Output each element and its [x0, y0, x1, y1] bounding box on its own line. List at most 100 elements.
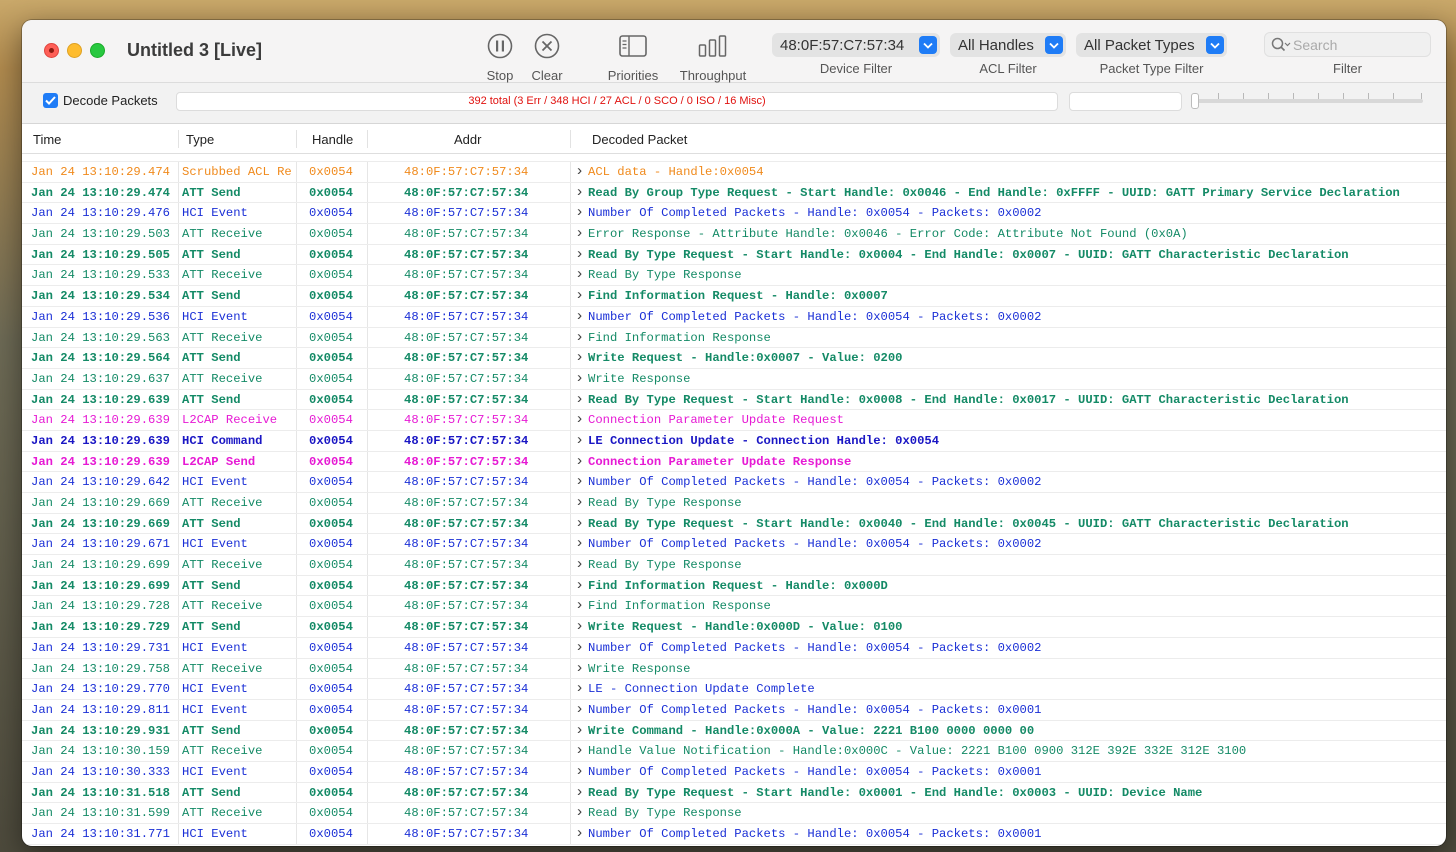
cell-type: ATT Receive: [182, 371, 263, 386]
disclosure-chevron-icon[interactable]: ›: [575, 287, 584, 304]
table-row[interactable]: Jan 24 13:10:30.333 HCI Event 0x0054 48:0F:…: [22, 761, 1446, 783]
disclosure-chevron-icon[interactable]: ›: [575, 577, 584, 594]
disclosure-chevron-icon[interactable]: ›: [575, 660, 584, 677]
throughput-button[interactable]: Throughput: [676, 32, 750, 83]
table-row[interactable]: Jan 24 13:10:29.474 ATT Send 0x0054 48:0F:5…: [22, 182, 1446, 204]
disclosure-chevron-icon[interactable]: ›: [575, 535, 584, 552]
table-row[interactable]: Jan 24 13:10:29.505 ATT Send 0x0054 48:0F:5…: [22, 244, 1446, 266]
disclosure-chevron-icon[interactable]: ›: [575, 763, 584, 780]
cell-decoded: Number Of Completed Packets - Handle: 0x…: [588, 206, 1042, 221]
priorities-button[interactable]: Priorities: [602, 32, 664, 83]
disclosure-chevron-icon[interactable]: ›: [575, 597, 584, 614]
filter-field[interactable]: [1069, 92, 1182, 111]
cell-time: Jan 24 13:10:29.533: [31, 268, 170, 283]
disclosure-chevron-icon[interactable]: ›: [575, 515, 584, 532]
table-row[interactable]: Jan 24 13:10:29.503 ATT Receive 0x0054 48:0…: [22, 224, 1446, 245]
table-row[interactable]: Jan 24 13:10:29.770 HCI Event 0x0054 48:0F:…: [22, 679, 1446, 700]
column-addr[interactable]: Addr: [454, 132, 481, 147]
cell-handle: 0x0054: [309, 496, 353, 510]
table-row[interactable]: Jan 24 13:10:29.533 ATT Receive 0x0054 48:0…: [22, 265, 1446, 287]
disclosure-chevron-icon[interactable]: ›: [575, 722, 584, 739]
column-handle[interactable]: Handle: [312, 132, 353, 147]
table-row[interactable]: Jan 24 13:10:29.671 HCI Event 0x0054 48:0F:…: [22, 534, 1446, 556]
disclosure-chevron-icon[interactable]: ›: [575, 266, 584, 283]
disclosure-chevron-icon[interactable]: ›: [575, 432, 584, 449]
cell-addr: 48:0F:57:C7:57:34: [404, 392, 529, 407]
cell-type: HCI Event: [182, 537, 248, 552]
disclosure-chevron-icon[interactable]: ›: [575, 701, 584, 718]
column-time[interactable]: Time: [33, 132, 61, 147]
disclosure-chevron-icon[interactable]: ›: [575, 370, 584, 387]
table-row[interactable]: Jan 24 13:10:29.564 ATT Send 0x0054 48:0F:5…: [22, 348, 1446, 369]
table-row[interactable]: Jan 24 13:10:29.476 HCI Event 0x0054 48:0F:…: [22, 203, 1446, 225]
table-row[interactable]: Jan 24 13:10:29.669 ATT Receive 0x0054 48:0…: [22, 493, 1446, 514]
close-button[interactable]: [44, 43, 59, 58]
table-row[interactable]: Jan 24 13:10:29.669 ATT Send 0x0054 48:0F:5…: [22, 513, 1446, 535]
disclosure-chevron-icon[interactable]: ›: [575, 494, 584, 511]
zoom-slider[interactable]: [1191, 93, 1423, 109]
disclosure-chevron-icon[interactable]: ›: [575, 784, 584, 801]
cell-type: HCI Event: [182, 702, 248, 717]
device-filter-popup[interactable]: 48:0F:57:C7:57:34: [772, 33, 940, 57]
disclosure-chevron-icon[interactable]: ›: [575, 804, 584, 821]
table-row[interactable]: Jan 24 13:10:29.728 ATT Receive 0x0054 48:0…: [22, 596, 1446, 618]
table-row[interactable]: Jan 24 13:10:29.642 HCI Event 0x0054 48:0F:…: [22, 472, 1446, 493]
table-row[interactable]: Jan 24 13:10:29.699 ATT Receive 0x0054 48:0…: [22, 555, 1446, 576]
stop-button[interactable]: Stop: [480, 32, 520, 83]
acl-filter-popup[interactable]: All Handles: [950, 33, 1066, 57]
disclosure-chevron-icon[interactable]: ›: [575, 639, 584, 656]
disclosure-chevron-icon[interactable]: ›: [575, 329, 584, 346]
packet-type-filter-popup[interactable]: All Packet Types: [1076, 33, 1227, 57]
decode-packets-label[interactable]: Decode Packets: [63, 93, 158, 108]
disclosure-chevron-icon[interactable]: ›: [575, 411, 584, 428]
table-row[interactable]: Jan 24 13:10:29.699 ATT Send 0x0054 48:0F:5…: [22, 575, 1446, 597]
table-row[interactable]: Jan 24 13:10:30.159 ATT Receive 0x0054 48:0…: [22, 741, 1446, 762]
table-row[interactable]: Jan 24 13:10:31.771 HCI Event 0x0054 48:0F:…: [22, 824, 1446, 845]
disclosure-chevron-icon[interactable]: ›: [575, 473, 584, 490]
disclosure-chevron-icon[interactable]: ›: [575, 556, 584, 573]
disclosure-chevron-icon[interactable]: ›: [575, 680, 584, 697]
table-row[interactable]: Jan 24 13:10:29.639 ATT Send 0x0054 48:0F:5…: [22, 389, 1446, 411]
disclosure-chevron-icon[interactable]: ›: [575, 204, 584, 221]
table-row[interactable]: Jan 24 13:10:29.731 HCI Event 0x0054 48:0F:…: [22, 637, 1446, 659]
table-row[interactable]: Jan 24 13:10:29.811 HCI Event 0x0054 48:0F:…: [22, 699, 1446, 721]
table-row[interactable]: Jan 24 13:10:31.518 ATT Send 0x0054 48:0F:5…: [22, 782, 1446, 804]
table-row[interactable]: Jan 24 13:10:29.639 L2CAP Send 0x0054 48:0F…: [22, 451, 1446, 473]
cell-addr: 48:0F:57:C7:57:34: [404, 640, 529, 655]
disclosure-chevron-icon[interactable]: ›: [575, 349, 584, 366]
table-row[interactable]: Jan 24 13:10:29.758 ATT Receive 0x0054 48:0…: [22, 658, 1446, 680]
column-decoded-packet[interactable]: Decoded Packet: [592, 132, 687, 147]
cell-handle: 0x0054: [309, 309, 353, 324]
zoom-button[interactable]: [90, 43, 105, 58]
clear-button[interactable]: Clear: [526, 32, 568, 83]
search-field[interactable]: Search: [1264, 32, 1431, 57]
cell-handle: 0x0054: [309, 558, 353, 573]
disclosure-chevron-icon[interactable]: ›: [575, 225, 584, 242]
disclosure-chevron-icon[interactable]: ›: [575, 308, 584, 325]
table-row[interactable]: Jan 24 13:10:31.599 ATT Receive 0x0054 48:0…: [22, 803, 1446, 824]
disclosure-chevron-icon[interactable]: ›: [575, 163, 584, 180]
table-row[interactable]: Jan 24 13:10:29.637 ATT Receive 0x0054 48:0…: [22, 368, 1446, 390]
table-row[interactable]: Jan 24 13:10:29.474 Scrubbed ACL Re 0x0054…: [22, 162, 1446, 183]
table-row[interactable]: Jan 24 13:10:29.639 HCI Command 0x0054 48:0…: [22, 430, 1446, 452]
table-row[interactable]: Jan 24 13:10:29.931 ATT Send 0x0054 48:0F:5…: [22, 720, 1446, 742]
decode-packets-checkbox[interactable]: [43, 93, 58, 108]
table-row[interactable]: Jan 24 13:10:29.536 HCI Event 0x0054 48:0F:…: [22, 306, 1446, 328]
disclosure-chevron-icon[interactable]: ›: [575, 453, 584, 470]
cell-addr: 48:0F:57:C7:57:34: [404, 723, 529, 738]
column-type[interactable]: Type: [186, 132, 214, 147]
table-row[interactable]: Jan 24 13:10:29.729 ATT Send 0x0054 48:0F:5…: [22, 617, 1446, 638]
minimize-button[interactable]: [67, 43, 82, 58]
cell-decoded: Number Of Completed Packets - Handle: 0x…: [588, 764, 1042, 779]
table-row[interactable]: Jan 24 13:10:29.563 ATT Receive 0x0054 48:0…: [22, 327, 1446, 349]
table-row[interactable]: Jan 24 13:10:29.534 ATT Send 0x0054 48:0F:5…: [22, 286, 1446, 307]
slider-knob[interactable]: [1191, 93, 1199, 109]
disclosure-chevron-icon[interactable]: ›: [575, 246, 584, 263]
disclosure-chevron-icon[interactable]: ›: [575, 618, 584, 635]
cell-type: HCI Event: [182, 682, 248, 697]
disclosure-chevron-icon[interactable]: ›: [575, 391, 584, 408]
disclosure-chevron-icon[interactable]: ›: [575, 184, 584, 201]
table-row[interactable]: Jan 24 13:10:29.639 L2CAP Receive 0x0054 48…: [22, 410, 1446, 431]
disclosure-chevron-icon[interactable]: ›: [575, 742, 584, 759]
disclosure-chevron-icon[interactable]: ›: [575, 825, 584, 842]
